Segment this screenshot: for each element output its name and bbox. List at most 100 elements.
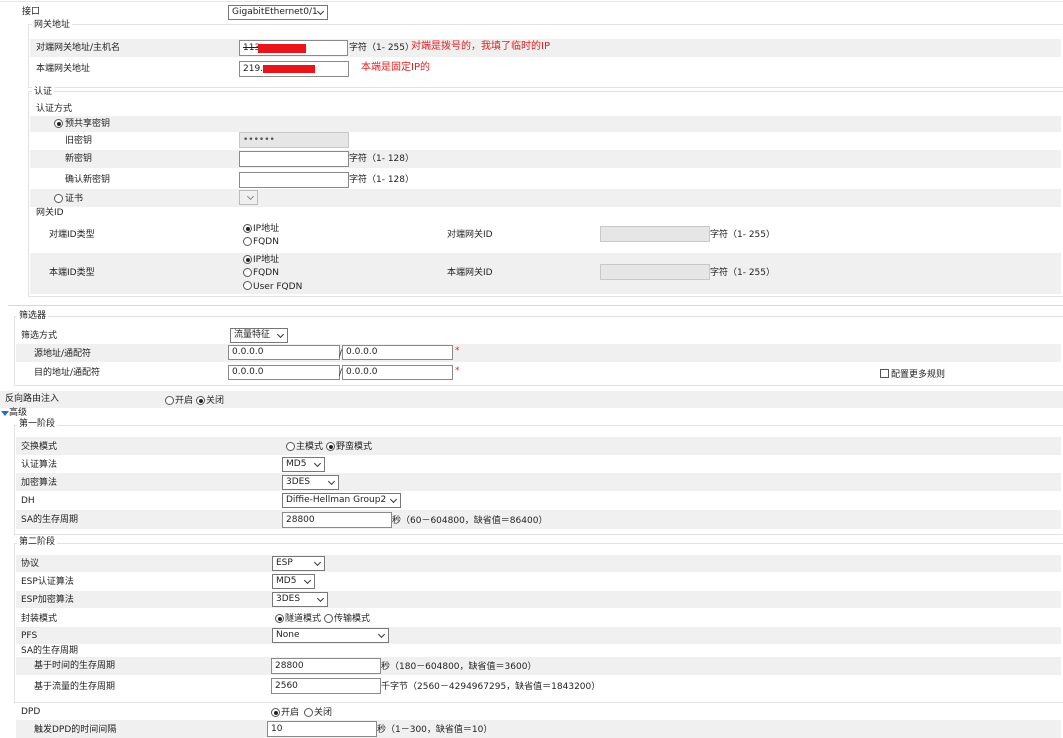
top-border	[0, 1, 1063, 2]
local-id-fqdn-label: FQDN	[253, 268, 279, 278]
reverse-route-on-radio[interactable]	[165, 396, 174, 405]
more-rules-label: 配置更多规则	[891, 370, 946, 380]
encap-label: 封装模式	[21, 614, 58, 624]
confirm-key-label: 确认新密钥	[65, 175, 111, 185]
tunnel-mode-radio[interactable]	[275, 614, 284, 623]
local-id-userfqdn-radio[interactable]	[243, 281, 252, 290]
sa-life-hint: 秒（60－604800，缺省值＝86400）	[392, 516, 548, 526]
auth-section-title: 认证	[32, 86, 55, 98]
sa-life-input[interactable]: 28800	[282, 512, 392, 528]
peer-id-fqdn-radio[interactable]	[243, 237, 252, 246]
peer-id-ip-label: IP地址	[253, 224, 280, 234]
local-gateway-note: 本端是固定IP的	[361, 62, 430, 73]
dpd-on-radio[interactable]	[271, 708, 280, 717]
auth-algo-label: 认证算法	[21, 460, 58, 470]
traffic-life-label: 基于流量的生存周期	[34, 682, 116, 692]
peer-gateway-note: 对端是拨号的，我填了临时的IP	[411, 41, 550, 52]
protocol-select[interactable]: ESP	[272, 556, 325, 571]
gateway-id-label: 网关ID	[36, 208, 64, 218]
aggressive-mode-label: 野蛮模式	[336, 442, 373, 452]
local-gw-id-hint: 字符（1- 255）	[710, 268, 776, 278]
peer-gateway-label: 对端网关地址/主机名	[36, 43, 121, 53]
psk-radio[interactable]	[54, 119, 63, 128]
local-id-fqdn-radio[interactable]	[243, 268, 252, 277]
row-band	[16, 344, 1061, 362]
dst-required-mark: *	[455, 366, 460, 376]
pfs-select[interactable]: None	[272, 628, 389, 643]
peer-gateway-hint: 字符（1- 255）	[349, 43, 415, 53]
exchange-mode-label: 交换模式	[21, 442, 58, 452]
row-band	[16, 720, 1061, 738]
auth-method-label: 认证方式	[36, 104, 73, 114]
row-band	[16, 657, 1061, 675]
src-ip-input[interactable]: 0.0.0.0	[228, 345, 340, 360]
cert-radio[interactable]	[54, 194, 63, 203]
filter-section-title: 筛选器	[17, 310, 49, 322]
src-wildcard-input[interactable]: 0.0.0.0	[342, 345, 453, 360]
new-key-hint: 字符（1- 128）	[349, 154, 415, 164]
row-band	[30, 116, 1061, 132]
psk-label: 预共享密钥	[65, 119, 111, 129]
confirm-key-hint: 字符（1- 128）	[349, 175, 415, 185]
filter-method-select[interactable]: 流量特征	[230, 328, 288, 343]
enc-algo-select[interactable]: 3DES	[282, 475, 339, 490]
peer-gw-id-hint: 字符（1- 255）	[710, 230, 776, 240]
old-key-label: 旧密钥	[65, 136, 93, 146]
collapse-triangle-icon[interactable]	[1, 411, 9, 416]
time-life-input[interactable]: 28800	[271, 658, 381, 674]
interface-select[interactable]: GigabitEthernet0/1	[228, 5, 328, 20]
time-life-hint: 秒（180－604800，缺省值＝3600）	[381, 662, 537, 672]
local-id-ip-label: IP地址	[253, 255, 280, 265]
src-address-label: 源地址/通配符	[34, 349, 92, 359]
dh-select[interactable]: Diffie-Hellman Group2	[282, 493, 401, 508]
dst-ip-input[interactable]: 0.0.0.0	[228, 365, 340, 380]
peer-id-ip-radio[interactable]	[243, 224, 252, 233]
reverse-route-off-radio[interactable]	[196, 396, 205, 405]
reverse-route-off-label: 关闭	[206, 396, 225, 406]
main-mode-label: 主模式	[296, 442, 324, 452]
local-id-ip-radio[interactable]	[243, 255, 252, 264]
confirm-key-input[interactable]	[239, 172, 349, 188]
row-band	[30, 253, 1061, 294]
new-key-input[interactable]	[239, 151, 349, 167]
dpd-interval-input[interactable]: 10	[267, 721, 377, 737]
transport-mode-label: 传输模式	[334, 614, 371, 624]
dst-wildcard-input[interactable]: 0.0.0.0	[342, 365, 453, 380]
row-band	[16, 437, 1061, 455]
row-band	[16, 591, 1061, 608]
dpd-interval-label: 触发DPD的时间间隔	[34, 725, 117, 735]
aggressive-mode-radio[interactable]	[326, 442, 335, 451]
sa-life-label: SA的生存周期	[21, 515, 79, 525]
local-id-type-label: 本端ID类型	[49, 268, 95, 278]
dpd-on-label: 开启	[281, 708, 300, 718]
phase2-title: 第二阶段	[17, 536, 58, 548]
more-rules-checkbox[interactable]	[880, 369, 889, 378]
row-band	[16, 555, 1061, 572]
dst-address-label: 目的地址/通配符	[34, 368, 101, 378]
transport-mode-radio[interactable]	[324, 614, 333, 623]
dpd-off-label: 关闭	[314, 708, 333, 718]
peer-gw-id-input	[600, 226, 710, 242]
row-band	[30, 150, 1061, 168]
dpd-off-radio[interactable]	[304, 708, 313, 717]
filter-method-label: 筛选方式	[21, 331, 58, 341]
main-mode-radio[interactable]	[286, 442, 295, 451]
peer-id-fqdn-label: FQDN	[253, 237, 279, 247]
protocol-label: 协议	[21, 559, 40, 569]
row-band	[16, 627, 1061, 644]
cert-label: 证书	[65, 194, 84, 204]
reverse-route-on-label: 开启	[175, 396, 194, 406]
esp-auth-select[interactable]: MD5	[272, 574, 315, 589]
local-gw-id-input	[600, 264, 710, 280]
redaction-mark	[263, 65, 315, 73]
dpd-label: DPD	[21, 707, 41, 717]
row-band	[0, 391, 1063, 408]
dpd-interval-hint: 秒（1－300，缺省值＝10）	[377, 725, 493, 735]
tunnel-mode-label: 隧道模式	[285, 614, 322, 624]
esp-enc-select[interactable]: 3DES	[272, 592, 328, 607]
enc-algo-label: 加密算法	[21, 478, 58, 488]
local-gateway-label: 本端网关地址	[36, 64, 91, 74]
auth-algo-select[interactable]: MD5	[282, 457, 325, 472]
traffic-life-input[interactable]: 2560	[271, 678, 381, 694]
dh-label: DH	[21, 496, 35, 506]
